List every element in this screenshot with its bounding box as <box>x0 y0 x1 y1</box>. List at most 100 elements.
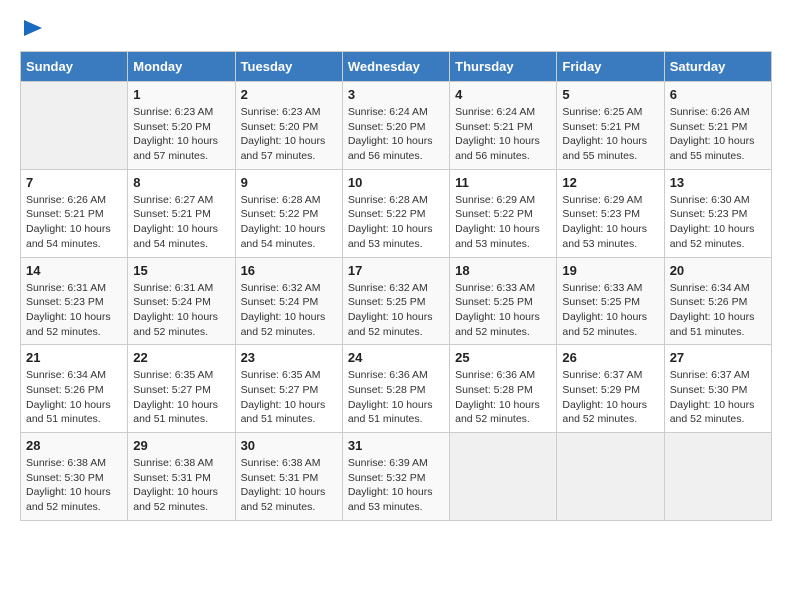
day-number: 11 <box>455 175 551 190</box>
day-number: 26 <box>562 350 658 365</box>
day-cell: 25 Sunrise: 6:36 AMSunset: 5:28 PMDayligh… <box>450 345 557 433</box>
day-number: 1 <box>133 87 229 102</box>
day-cell <box>450 433 557 521</box>
day-cell: 19 Sunrise: 6:33 AMSunset: 5:25 PMDayligh… <box>557 257 664 345</box>
day-number: 22 <box>133 350 229 365</box>
day-info: Sunrise: 6:31 AMSunset: 5:24 PMDaylight:… <box>133 281 229 340</box>
day-info: Sunrise: 6:36 AMSunset: 5:28 PMDaylight:… <box>348 368 444 427</box>
day-cell: 11Sunrise: 6:29 AMSunset: 5:22 PMDayligh… <box>450 169 557 257</box>
day-number: 24 <box>348 350 444 365</box>
day-number: 23 <box>241 350 337 365</box>
week-row-5: 28 Sunrise: 6:38 AMSunset: 5:30 PMDayligh… <box>21 433 772 521</box>
day-cell: 1 Sunrise: 6:23 AMSunset: 5:20 PMDaylight… <box>128 82 235 170</box>
day-cell: 31Sunrise: 6:39 AMSunset: 5:32 PMDayligh… <box>342 433 449 521</box>
day-info: Sunrise: 6:30 AMSunset: 5:23 PMDaylight:… <box>670 193 766 252</box>
calendar-header-row: SundayMondayTuesdayWednesdayThursdayFrid… <box>21 52 772 82</box>
day-info: Sunrise: 6:32 AMSunset: 5:24 PMDaylight:… <box>241 281 337 340</box>
day-info: Sunrise: 6:33 AMSunset: 5:25 PMDaylight:… <box>455 281 551 340</box>
day-info: Sunrise: 6:34 AMSunset: 5:26 PMDaylight:… <box>26 368 122 427</box>
day-cell: 9 Sunrise: 6:28 AMSunset: 5:22 PMDaylight… <box>235 169 342 257</box>
day-info: Sunrise: 6:35 AMSunset: 5:27 PMDaylight:… <box>133 368 229 427</box>
day-info: Sunrise: 6:35 AMSunset: 5:27 PMDaylight:… <box>241 368 337 427</box>
day-cell <box>21 82 128 170</box>
day-cell: 13 Sunrise: 6:30 AMSunset: 5:23 PMDayligh… <box>664 169 771 257</box>
day-number: 6 <box>670 87 766 102</box>
day-number: 4 <box>455 87 551 102</box>
week-row-3: 14 Sunrise: 6:31 AMSunset: 5:23 PMDayligh… <box>21 257 772 345</box>
day-info: Sunrise: 6:38 AMSunset: 5:31 PMDaylight:… <box>133 456 229 515</box>
day-cell: 2 Sunrise: 6:23 AMSunset: 5:20 PMDaylight… <box>235 82 342 170</box>
day-number: 3 <box>348 87 444 102</box>
week-row-4: 21 Sunrise: 6:34 AMSunset: 5:26 PMDayligh… <box>21 345 772 433</box>
logo <box>20 20 42 41</box>
day-number: 28 <box>26 438 122 453</box>
day-number: 2 <box>241 87 337 102</box>
column-header-monday: Monday <box>128 52 235 82</box>
day-cell: 18 Sunrise: 6:33 AMSunset: 5:25 PMDayligh… <box>450 257 557 345</box>
day-info: Sunrise: 6:28 AMSunset: 5:22 PMDaylight:… <box>241 193 337 252</box>
day-cell: 27 Sunrise: 6:37 AMSunset: 5:30 PMDayligh… <box>664 345 771 433</box>
day-number: 14 <box>26 263 122 278</box>
column-header-saturday: Saturday <box>664 52 771 82</box>
day-info: Sunrise: 6:29 AMSunset: 5:23 PMDaylight:… <box>562 193 658 252</box>
day-cell: 21 Sunrise: 6:34 AMSunset: 5:26 PMDayligh… <box>21 345 128 433</box>
day-info: Sunrise: 6:24 AMSunset: 5:20 PMDaylight:… <box>348 105 444 164</box>
day-info: Sunrise: 6:32 AMSunset: 5:25 PMDaylight:… <box>348 281 444 340</box>
day-number: 8 <box>133 175 229 190</box>
day-info: Sunrise: 6:23 AMSunset: 5:20 PMDaylight:… <box>133 105 229 164</box>
day-number: 12 <box>562 175 658 190</box>
day-number: 27 <box>670 350 766 365</box>
day-cell: 6 Sunrise: 6:26 AMSunset: 5:21 PMDaylight… <box>664 82 771 170</box>
day-number: 19 <box>562 263 658 278</box>
day-cell: 22 Sunrise: 6:35 AMSunset: 5:27 PMDayligh… <box>128 345 235 433</box>
day-number: 15 <box>133 263 229 278</box>
day-info: Sunrise: 6:39 AMSunset: 5:32 PMDaylight:… <box>348 456 444 515</box>
day-info: Sunrise: 6:24 AMSunset: 5:21 PMDaylight:… <box>455 105 551 164</box>
day-info: Sunrise: 6:28 AMSunset: 5:22 PMDaylight:… <box>348 193 444 252</box>
day-number: 20 <box>670 263 766 278</box>
page-header <box>20 20 772 41</box>
day-cell: 15 Sunrise: 6:31 AMSunset: 5:24 PMDayligh… <box>128 257 235 345</box>
day-cell: 5Sunrise: 6:25 AMSunset: 5:21 PMDaylight… <box>557 82 664 170</box>
week-row-2: 7 Sunrise: 6:26 AMSunset: 5:21 PMDaylight… <box>21 169 772 257</box>
day-info: Sunrise: 6:23 AMSunset: 5:20 PMDaylight:… <box>241 105 337 164</box>
day-info: Sunrise: 6:25 AMSunset: 5:21 PMDaylight:… <box>562 105 658 164</box>
day-info: Sunrise: 6:36 AMSunset: 5:28 PMDaylight:… <box>455 368 551 427</box>
day-info: Sunrise: 6:38 AMSunset: 5:30 PMDaylight:… <box>26 456 122 515</box>
day-info: Sunrise: 6:34 AMSunset: 5:26 PMDaylight:… <box>670 281 766 340</box>
day-info: Sunrise: 6:26 AMSunset: 5:21 PMDaylight:… <box>670 105 766 164</box>
day-info: Sunrise: 6:26 AMSunset: 5:21 PMDaylight:… <box>26 193 122 252</box>
column-header-tuesday: Tuesday <box>235 52 342 82</box>
day-cell: 14 Sunrise: 6:31 AMSunset: 5:23 PMDayligh… <box>21 257 128 345</box>
day-info: Sunrise: 6:33 AMSunset: 5:25 PMDaylight:… <box>562 281 658 340</box>
day-number: 18 <box>455 263 551 278</box>
day-info: Sunrise: 6:38 AMSunset: 5:31 PMDaylight:… <box>241 456 337 515</box>
calendar-table: SundayMondayTuesdayWednesdayThursdayFrid… <box>20 51 772 521</box>
day-number: 13 <box>670 175 766 190</box>
day-cell: 29 Sunrise: 6:38 AMSunset: 5:31 PMDayligh… <box>128 433 235 521</box>
week-row-1: 1 Sunrise: 6:23 AMSunset: 5:20 PMDaylight… <box>21 82 772 170</box>
day-cell: 7 Sunrise: 6:26 AMSunset: 5:21 PMDaylight… <box>21 169 128 257</box>
day-number: 9 <box>241 175 337 190</box>
day-number: 29 <box>133 438 229 453</box>
day-info: Sunrise: 6:37 AMSunset: 5:30 PMDaylight:… <box>670 368 766 427</box>
day-cell: 26 Sunrise: 6:37 AMSunset: 5:29 PMDayligh… <box>557 345 664 433</box>
day-cell: 4 Sunrise: 6:24 AMSunset: 5:21 PMDaylight… <box>450 82 557 170</box>
day-number: 25 <box>455 350 551 365</box>
day-number: 7 <box>26 175 122 190</box>
day-number: 30 <box>241 438 337 453</box>
column-header-wednesday: Wednesday <box>342 52 449 82</box>
day-cell: 30 Sunrise: 6:38 AMSunset: 5:31 PMDayligh… <box>235 433 342 521</box>
column-header-thursday: Thursday <box>450 52 557 82</box>
day-cell <box>664 433 771 521</box>
day-cell: 3 Sunrise: 6:24 AMSunset: 5:20 PMDaylight… <box>342 82 449 170</box>
day-cell: 17 Sunrise: 6:32 AMSunset: 5:25 PMDayligh… <box>342 257 449 345</box>
day-number: 17 <box>348 263 444 278</box>
day-cell: 12 Sunrise: 6:29 AMSunset: 5:23 PMDayligh… <box>557 169 664 257</box>
day-info: Sunrise: 6:31 AMSunset: 5:23 PMDaylight:… <box>26 281 122 340</box>
day-number: 21 <box>26 350 122 365</box>
logo-icon <box>24 20 42 36</box>
day-info: Sunrise: 6:37 AMSunset: 5:29 PMDaylight:… <box>562 368 658 427</box>
day-number: 10 <box>348 175 444 190</box>
column-header-friday: Friday <box>557 52 664 82</box>
